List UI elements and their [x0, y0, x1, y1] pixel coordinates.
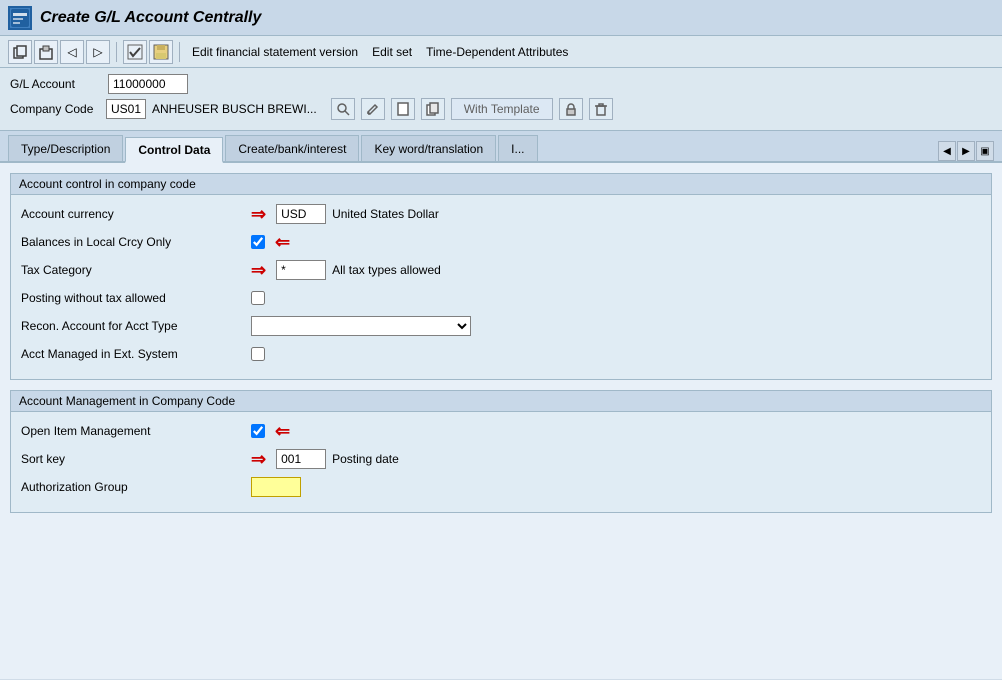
- currency-arrow-right: ⇒: [251, 204, 266, 225]
- tax-category-description: All tax types allowed: [332, 263, 441, 277]
- authorization-group-input[interactable]: [251, 477, 301, 497]
- tab-create-bank-interest[interactable]: Create/bank/interest: [225, 135, 359, 161]
- open-item-row: Open Item Management ⇐: [21, 420, 981, 442]
- account-control-body: Account currency ⇒ United States Dollar …: [11, 195, 991, 379]
- gl-account-label: G/L Account: [10, 77, 100, 91]
- recon-account-label: Recon. Account for Acct Type: [21, 319, 251, 333]
- tabs-nav-menu[interactable]: ▣: [976, 141, 994, 161]
- app-icon: [8, 6, 32, 30]
- tabs-bar: Type/Description Control Data Create/ban…: [0, 131, 1002, 163]
- separator-2: [179, 42, 180, 62]
- redo-btn[interactable]: ▷: [86, 40, 110, 64]
- toolbar: ◁ ▷ Edit financial statement version Edi…: [0, 36, 1002, 68]
- recon-account-select[interactable]: [251, 316, 471, 336]
- open-item-label: Open Item Management: [21, 424, 251, 438]
- title-bar: Create G/L Account Centrally: [0, 0, 1002, 36]
- account-management-section: Account Management in Company Code Open …: [10, 390, 992, 513]
- account-control-title: Account control in company code: [11, 174, 991, 195]
- tax-arrow-right: ⇒: [251, 260, 266, 281]
- posting-no-tax-row: Posting without tax allowed: [21, 287, 981, 309]
- posting-no-tax-value: [251, 291, 265, 305]
- acct-managed-value: [251, 347, 265, 361]
- tax-category-row: Tax Category ⇒ All tax types allowed: [21, 259, 981, 281]
- balances-value: ⇐: [251, 232, 290, 253]
- acct-managed-row: Acct Managed in Ext. System: [21, 343, 981, 365]
- account-management-title: Account Management in Company Code: [11, 391, 991, 412]
- page-title: Create G/L Account Centrally: [40, 9, 261, 27]
- paste-btn[interactable]: [34, 40, 58, 64]
- separator-1: [116, 42, 117, 62]
- recon-account-row: Recon. Account for Acct Type: [21, 315, 981, 337]
- delete-btn[interactable]: [589, 98, 613, 120]
- with-template-btn[interactable]: With Template: [451, 98, 553, 120]
- copy-btn[interactable]: [8, 40, 32, 64]
- lock-btn[interactable]: [559, 98, 583, 120]
- tax-category-input[interactable]: [276, 260, 326, 280]
- time-dependent-btn[interactable]: Time-Dependent Attributes: [420, 43, 574, 61]
- sort-key-label: Sort key: [21, 452, 251, 466]
- account-control-section: Account control in company code Account …: [10, 173, 992, 380]
- acct-managed-checkbox[interactable]: [251, 347, 265, 361]
- company-code-input[interactable]: [106, 99, 146, 119]
- open-item-arrow-left: ⇐: [275, 421, 290, 442]
- account-currency-row: Account currency ⇒ United States Dollar: [21, 203, 981, 225]
- recon-account-value: [251, 316, 471, 336]
- sort-key-description: Posting date: [332, 452, 399, 466]
- account-management-body: Open Item Management ⇐ Sort key ⇒ Postin…: [11, 412, 991, 512]
- gl-account-row: G/L Account: [10, 74, 992, 94]
- sort-key-arrow-right: ⇒: [251, 449, 266, 470]
- sort-key-input[interactable]: [276, 449, 326, 469]
- balances-arrow-left: ⇐: [275, 232, 290, 253]
- currency-input[interactable]: [276, 204, 326, 224]
- acct-managed-label: Acct Managed in Ext. System: [21, 347, 251, 361]
- new-doc-btn[interactable]: [391, 98, 415, 120]
- tab-type-description[interactable]: Type/Description: [8, 135, 123, 161]
- sort-key-value: ⇒ Posting date: [251, 449, 399, 470]
- company-name: ANHEUSER BUSCH BREWI...: [152, 102, 317, 116]
- posting-no-tax-label: Posting without tax allowed: [21, 291, 251, 305]
- edit-btn[interactable]: [361, 98, 385, 120]
- tabs-nav-right[interactable]: ▶: [957, 141, 975, 161]
- form-header: G/L Account Company Code ANHEUSER BUSCH …: [0, 68, 1002, 131]
- tab-control-data[interactable]: Control Data: [125, 137, 223, 163]
- authorization-group-row: Authorization Group: [21, 476, 981, 498]
- matchcode-btn[interactable]: [331, 98, 355, 120]
- save-btn[interactable]: [149, 40, 173, 64]
- company-code-row: Company Code ANHEUSER BUSCH BREWI... Wit…: [10, 98, 992, 120]
- authorization-group-label: Authorization Group: [21, 480, 251, 494]
- tax-category-value: ⇒ All tax types allowed: [251, 260, 441, 281]
- copy-doc-btn[interactable]: [421, 98, 445, 120]
- tabs-nav: ◀ ▶ ▣: [938, 141, 994, 161]
- edit-financial-btn[interactable]: Edit financial statement version: [186, 43, 364, 61]
- authorization-group-value: [251, 477, 301, 497]
- tax-category-label: Tax Category: [21, 263, 251, 277]
- tab-key-word-translation[interactable]: Key word/translation: [361, 135, 496, 161]
- gl-account-input[interactable]: [108, 74, 188, 94]
- currency-description: United States Dollar: [332, 207, 439, 221]
- account-currency-value: ⇒ United States Dollar: [251, 204, 439, 225]
- company-code-label: Company Code: [10, 102, 100, 116]
- tab-i[interactable]: I...: [498, 135, 537, 161]
- open-item-checkbox[interactable]: [251, 424, 265, 438]
- undo-btn[interactable]: ◁: [60, 40, 84, 64]
- check-btn[interactable]: [123, 40, 147, 64]
- open-item-value: ⇐: [251, 421, 290, 442]
- main-content: Account control in company code Account …: [0, 163, 1002, 679]
- tabs-nav-left[interactable]: ◀: [938, 141, 956, 161]
- balances-checkbox[interactable]: [251, 235, 265, 249]
- edit-set-btn[interactable]: Edit set: [366, 43, 418, 61]
- balances-row: Balances in Local Crcy Only ⇐: [21, 231, 981, 253]
- account-currency-label: Account currency: [21, 207, 251, 221]
- balances-label: Balances in Local Crcy Only: [21, 235, 251, 249]
- sort-key-row: Sort key ⇒ Posting date: [21, 448, 981, 470]
- posting-no-tax-checkbox[interactable]: [251, 291, 265, 305]
